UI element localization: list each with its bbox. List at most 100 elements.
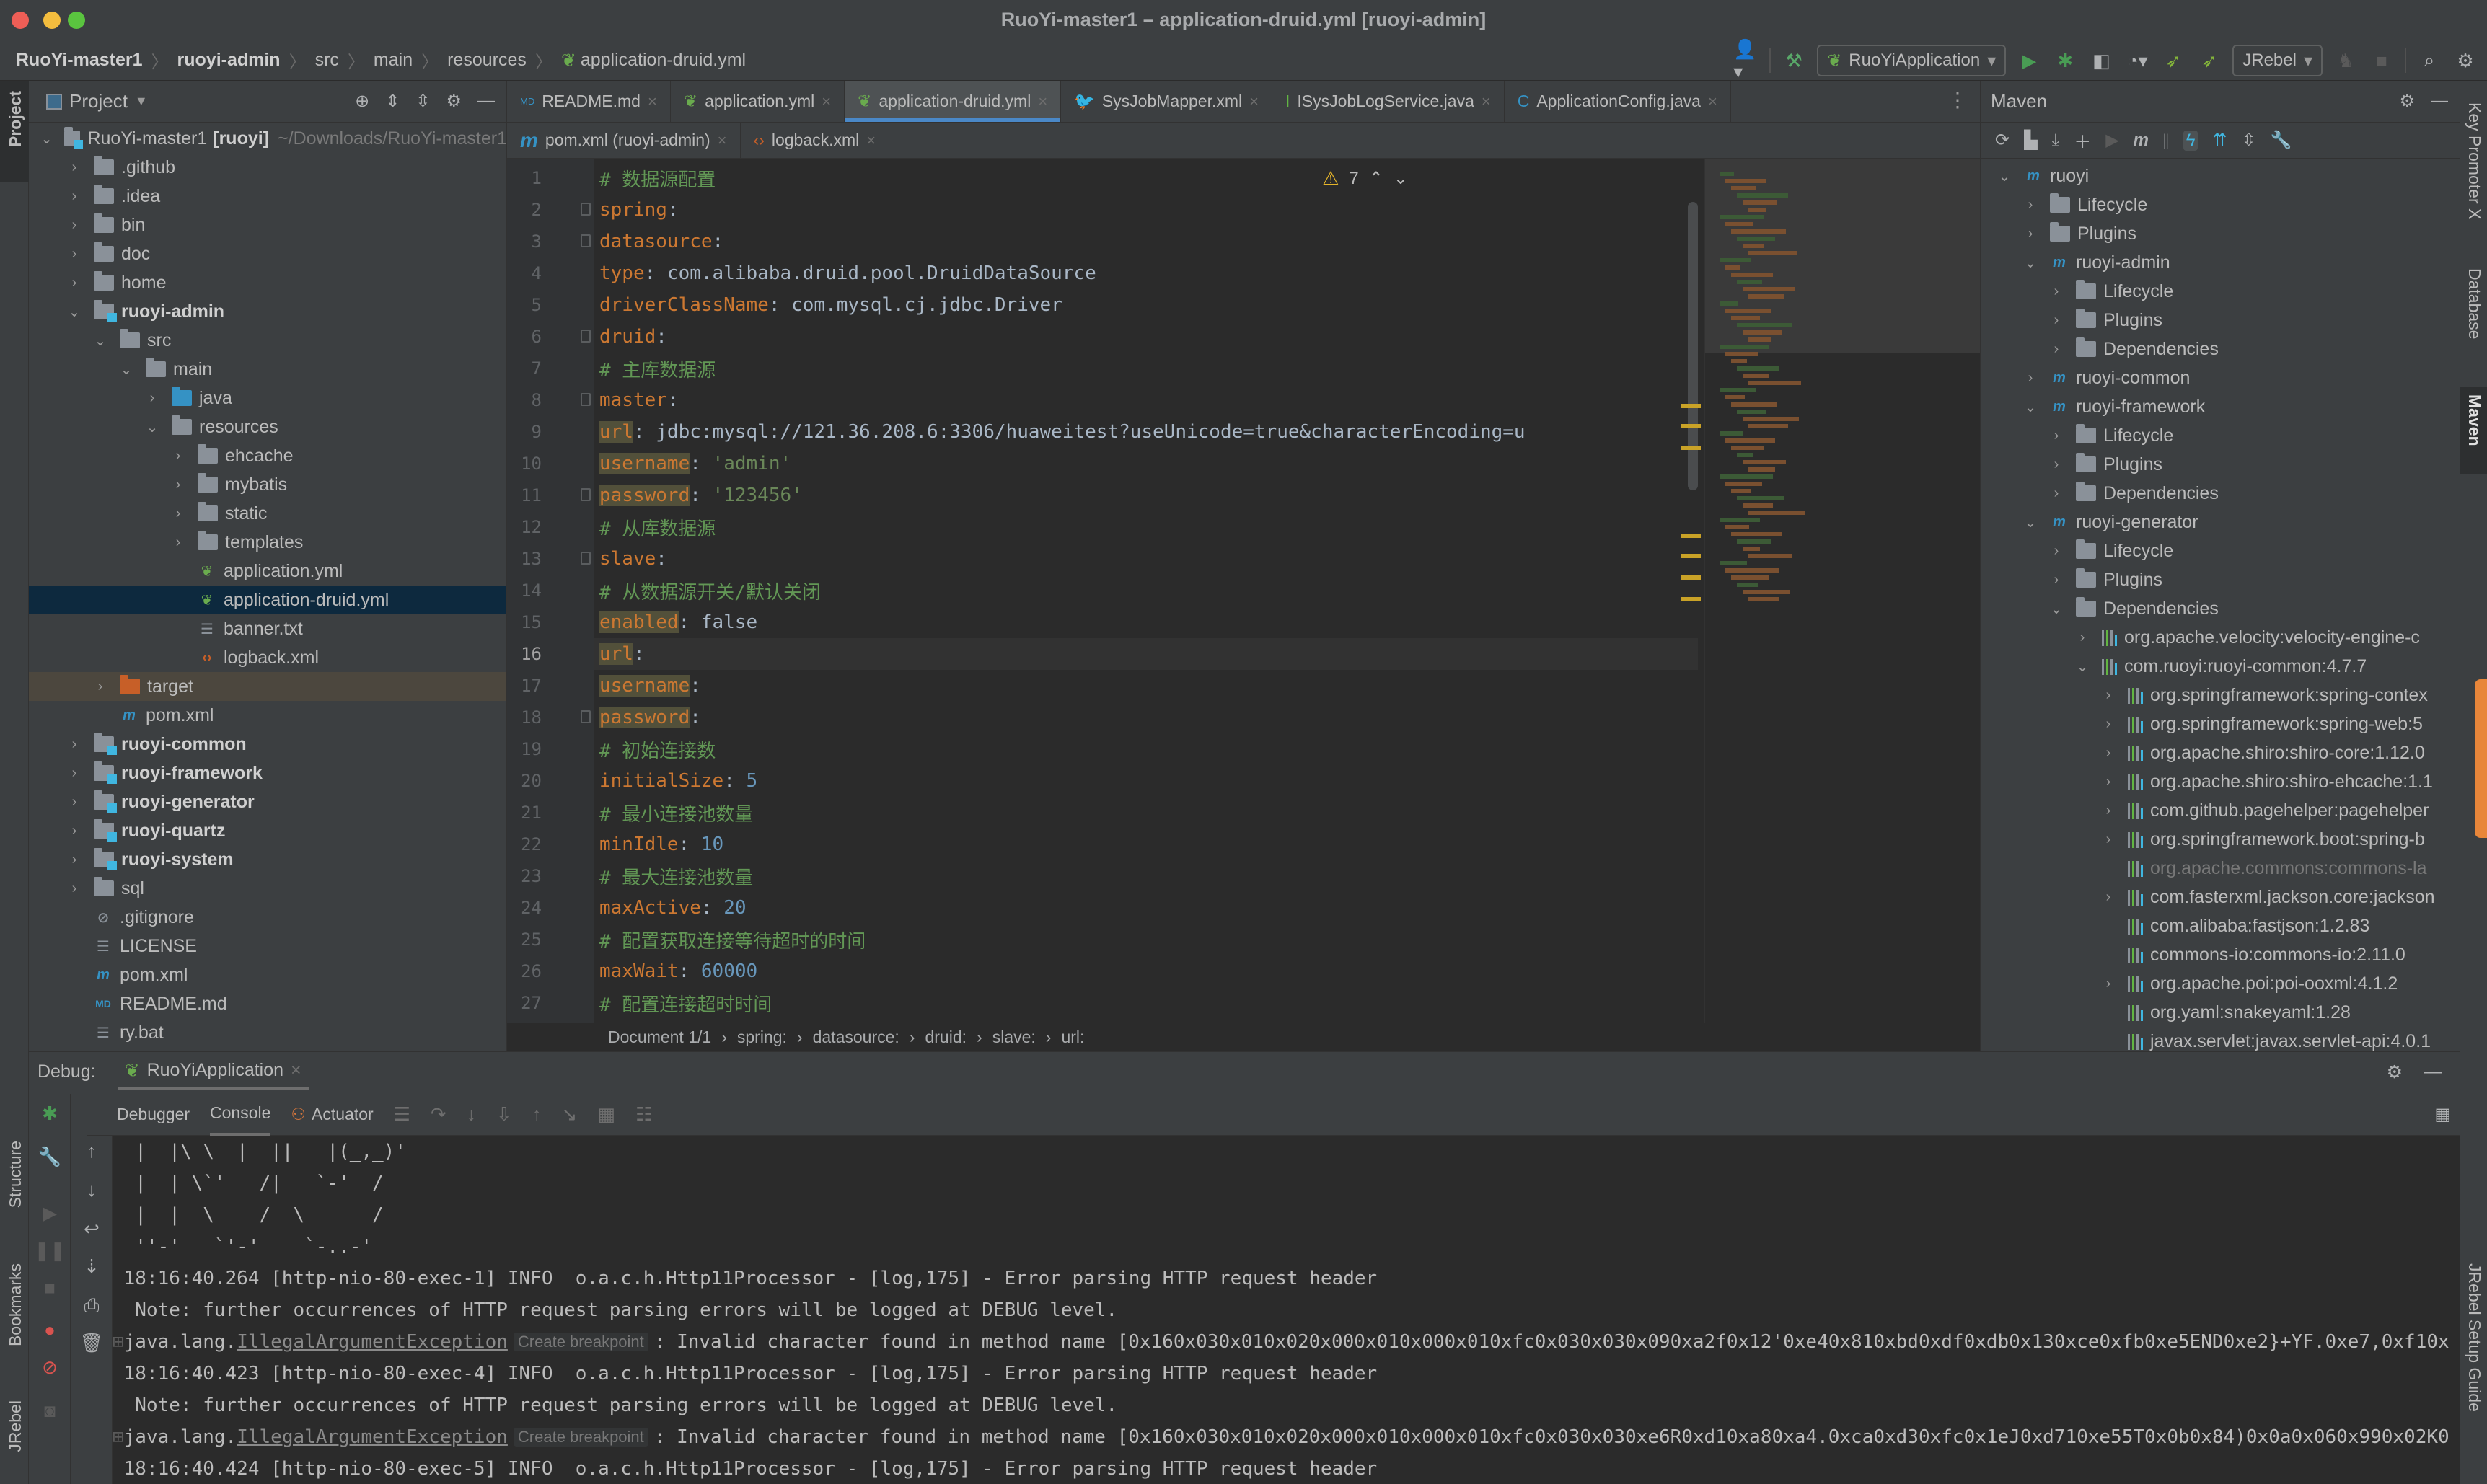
chevron-right-icon[interactable]: ›	[2100, 687, 2116, 704]
fold-marker-icon[interactable]	[581, 488, 591, 501]
chevron-right-icon[interactable]: ›	[2100, 745, 2116, 761]
maven-tree-item[interactable]: › Dependencies	[1981, 335, 2460, 363]
editor-breadcrumb-item[interactable]: Document 1/1	[608, 1028, 711, 1047]
chevron-down-icon[interactable]: ⌄	[66, 303, 82, 321]
maven-tree-item[interactable]: › Plugins	[1981, 565, 2460, 594]
execute-goal-icon[interactable]: m	[2134, 131, 2149, 151]
maven-tree-item[interactable]: ⌄ m ruoyi-generator	[1981, 508, 2460, 536]
editor-tab[interactable]: MD README.md ×	[507, 81, 671, 122]
previous-highlight-icon[interactable]: ⌃	[1369, 168, 1383, 189]
chevron-down-icon[interactable]: ▼	[135, 94, 148, 109]
project-tree-item[interactable]: ☰ LICENSE	[29, 932, 506, 960]
project-tree-item[interactable]: › bin	[29, 211, 506, 239]
close-icon[interactable]: ×	[291, 1060, 301, 1081]
chevron-right-icon[interactable]: ›	[2100, 716, 2116, 733]
chevron-right-icon[interactable]: ›	[66, 823, 82, 839]
database-tool-tab[interactable]: Database	[2465, 268, 2484, 339]
project-tree-item[interactable]: › ruoyi-framework	[29, 759, 506, 787]
editor-tab[interactable]: m pom.xml (ruoyi-admin) ×	[507, 123, 741, 158]
fold-marker-icon[interactable]	[581, 393, 591, 406]
chevron-down-icon[interactable]: ⌄	[118, 361, 134, 379]
layout-settings-icon[interactable]: ▦	[2434, 1104, 2451, 1125]
create-breakpoint-button[interactable]: Create breakpoint	[513, 1428, 648, 1447]
stop-icon[interactable]: ■	[29, 1277, 71, 1299]
chevron-down-icon[interactable]: ⌄	[2048, 600, 2064, 618]
maven-tree-item[interactable]: › Plugins	[1981, 219, 2460, 248]
mute-breakpoints-icon[interactable]: ⊘	[29, 1356, 71, 1379]
maven-tree-item[interactable]: javax.servlet:javax.servlet-api:4.0.1	[1981, 1027, 2460, 1051]
profiler-icon[interactable]: ◔▾	[2124, 48, 2150, 74]
project-tree-item[interactable]: › static	[29, 499, 506, 528]
print-icon[interactable]: ⎙	[71, 1294, 113, 1317]
maven-tree-item[interactable]: › Plugins	[1981, 450, 2460, 479]
maven-tree-item[interactable]: › com.fasterxml.jackson.core:jackson	[1981, 883, 2460, 911]
pause-icon[interactable]: ❚❚	[29, 1240, 71, 1262]
debug-session-tab[interactable]: ❦ RuoYiApplication ×	[117, 1054, 309, 1090]
chevron-right-icon[interactable]: ›	[92, 679, 108, 695]
structure-tool-tab[interactable]: Structure	[6, 1141, 25, 1208]
chevron-down-icon[interactable]: ⌄	[2022, 254, 2038, 272]
generate-sources-icon[interactable]: ▙	[2024, 130, 2037, 151]
chevron-right-icon[interactable]: ›	[2048, 543, 2064, 560]
arrow-up-icon[interactable]: ↑	[71, 1140, 113, 1162]
chevron-right-icon[interactable]: ›	[66, 159, 82, 176]
stop-icon[interactable]: ■	[2369, 48, 2395, 74]
project-tree-item[interactable]: › target	[29, 672, 506, 701]
chevron-right-icon[interactable]: ›	[66, 736, 82, 753]
maven-tree-item[interactable]: org.apache.commons:commons-la	[1981, 854, 2460, 883]
project-tree-item[interactable]: ☰ banner.txt	[29, 614, 506, 643]
trace-icon[interactable]: ☷	[635, 1103, 652, 1126]
soft-wrap-icon[interactable]: ↩	[71, 1218, 113, 1240]
project-tree-item[interactable]: › home	[29, 268, 506, 297]
editor-breadcrumb-item[interactable]: druid:	[925, 1028, 967, 1047]
fold-marker-icon[interactable]	[581, 234, 591, 247]
project-tool-tab[interactable]: Project	[0, 81, 29, 182]
maven-tree-item[interactable]: › org.springframework:spring-web:5	[1981, 710, 2460, 738]
maven-tree-item[interactable]: › org.apache.poi:poi-ooxml:4.1.2	[1981, 969, 2460, 998]
scroll-to-end-icon[interactable]: ⇣	[71, 1255, 113, 1278]
fold-marker-icon[interactable]	[581, 552, 591, 565]
breadcrumb-item[interactable]: ❦ application-druid.yml	[561, 50, 746, 71]
fold-marker-icon[interactable]	[581, 330, 591, 343]
editor-tab[interactable]: ❦ application.yml ×	[671, 81, 845, 122]
project-tree-item[interactable]: › sql	[29, 874, 506, 903]
force-step-into-icon[interactable]: ⇩	[496, 1103, 512, 1126]
maven-tree-item[interactable]: › org.springframework:spring-contex	[1981, 681, 2460, 710]
close-icon[interactable]: ×	[1038, 92, 1047, 111]
console-output[interactable]: | |\ \ | || |(_,_)' | | \`' /| `-' / | |…	[113, 1136, 2460, 1484]
notification-marker[interactable]	[2475, 679, 2487, 838]
run-to-cursor-icon[interactable]: ↘	[562, 1103, 578, 1126]
close-icon[interactable]: ×	[1708, 92, 1717, 111]
step-over-icon[interactable]: ↷	[431, 1103, 446, 1126]
maven-tree-item[interactable]: › org.apache.shiro:shiro-core:1.12.0	[1981, 738, 2460, 767]
debug-tab-console[interactable]: Console	[210, 1094, 271, 1136]
project-tree-item[interactable]: › doc	[29, 239, 506, 268]
chevron-right-icon[interactable]: ›	[2100, 889, 2116, 906]
hide-panel-icon[interactable]: —	[477, 91, 495, 112]
project-tree-item[interactable]: › java	[29, 384, 506, 412]
chevron-right-icon[interactable]: ›	[2100, 831, 2116, 848]
editor-tab[interactable]: C ApplicationConfig.java ×	[1505, 81, 1731, 122]
chevron-right-icon[interactable]: ›	[2074, 630, 2090, 646]
chevron-down-icon[interactable]: ⌄	[1997, 167, 2012, 185]
debug-tab-actuator[interactable]: ⚇ Actuator	[291, 1094, 373, 1136]
chevron-right-icon[interactable]: ›	[66, 880, 82, 897]
project-tree-item[interactable]: ⌄ main	[29, 355, 506, 384]
project-tree-item[interactable]: ‹› logback.xml	[29, 643, 506, 672]
breadcrumb-item[interactable]: main	[374, 50, 413, 71]
project-tree-item[interactable]: › mybatis	[29, 470, 506, 499]
project-tree-item[interactable]: › ruoyi-common	[29, 730, 506, 759]
build-hammer-icon[interactable]: ⚒	[1781, 48, 1807, 74]
close-icon[interactable]: ×	[648, 92, 657, 111]
chevron-right-icon[interactable]: ›	[2100, 803, 2116, 819]
close-icon[interactable]: ×	[718, 131, 727, 150]
next-highlight-icon[interactable]: ⌄	[1394, 168, 1408, 189]
chevron-right-icon[interactable]: ›	[66, 852, 82, 868]
chevron-right-icon[interactable]: ›	[2022, 197, 2038, 213]
maven-tree-item[interactable]: commons-io:commons-io:2.11.0	[1981, 940, 2460, 969]
chevron-right-icon[interactable]: ›	[170, 448, 186, 464]
jrebel-setup-guide-tab[interactable]: JRebel Setup Guide	[2465, 1263, 2484, 1412]
step-out-icon[interactable]: ↑	[532, 1103, 542, 1126]
code-editor[interactable]: 1 2 3 4 5 6 7 8 9 10 11 12 13 14 15 16 17 18 19 20 21 22 23 24 2…	[507, 159, 1704, 1023]
project-tree-item[interactable]: › ehcache	[29, 441, 506, 470]
